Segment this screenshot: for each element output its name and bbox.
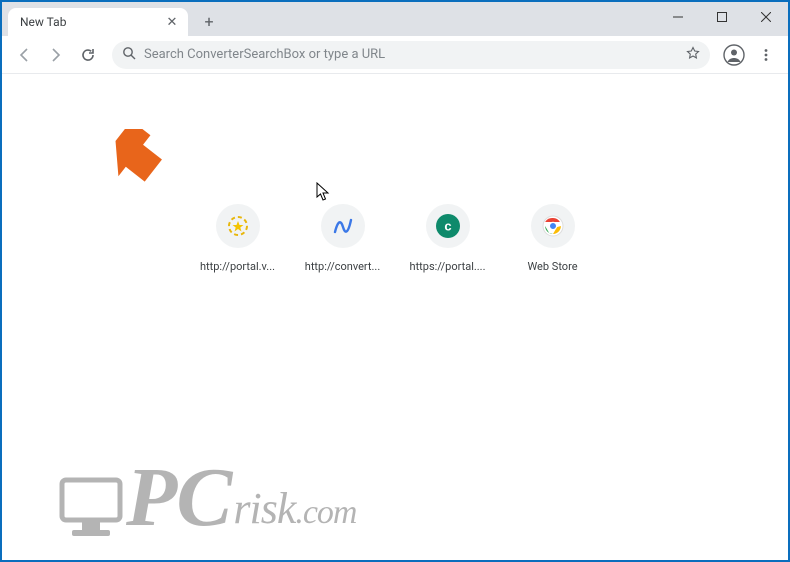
minimize-icon <box>673 12 683 22</box>
close-tab-icon[interactable]: ✕ <box>164 15 180 30</box>
profile-button[interactable] <box>720 41 748 69</box>
shortcut-tile[interactable]: http://portal.v... <box>195 204 280 273</box>
shortcut-label: http://convert... <box>300 260 385 273</box>
menu-button[interactable] <box>752 41 780 69</box>
watermark-text: P <box>126 451 176 544</box>
toolbar: Search ConverterSearchBox or type a URL <box>2 36 788 74</box>
window-controls <box>656 2 788 32</box>
mouse-cursor-icon <box>316 182 332 202</box>
forward-icon <box>48 47 64 63</box>
reload-icon <box>80 47 96 63</box>
back-icon <box>16 47 32 63</box>
shortcut-icon: c <box>426 204 470 248</box>
annotation-arrow-icon <box>108 129 168 189</box>
kebab-menu-icon <box>759 48 773 62</box>
maximize-button[interactable] <box>700 2 744 32</box>
browser-window: New Tab ✕ + <box>2 2 788 560</box>
new-tab-page: http://portal.v... http://convert... c h… <box>2 74 788 560</box>
address-bar[interactable]: Search ConverterSearchBox or type a URL <box>112 41 710 69</box>
search-icon <box>122 45 136 64</box>
close-window-button[interactable] <box>744 2 788 32</box>
profile-icon <box>723 44 745 66</box>
monitor-icon <box>56 474 126 544</box>
watermark-text: .com <box>295 494 356 531</box>
shortcut-label: Web Store <box>510 260 595 273</box>
shortcut-label: https://portal.... <box>405 260 490 273</box>
watermark-text: C <box>176 451 231 544</box>
reload-button[interactable] <box>74 41 102 69</box>
address-bar-placeholder: Search ConverterSearchBox or type a URL <box>144 47 686 62</box>
bookmark-star-icon[interactable] <box>686 45 700 64</box>
shortcut-icon <box>216 204 260 248</box>
shortcut-tile[interactable]: Web Store <box>510 204 595 273</box>
shortcut-icon <box>321 204 365 248</box>
maximize-icon <box>717 12 727 22</box>
tab-strip: New Tab ✕ + <box>2 2 788 36</box>
watermark-text: risk <box>233 484 295 533</box>
back-button[interactable] <box>10 41 38 69</box>
tab-title: New Tab <box>20 15 164 29</box>
watermark: PCrisk.com <box>52 456 357 540</box>
minimize-button[interactable] <box>656 2 700 32</box>
new-tab-button[interactable]: + <box>196 8 222 34</box>
shortcut-icon <box>531 204 575 248</box>
shortcut-tile[interactable]: http://convert... <box>300 204 385 273</box>
shortcut-tile[interactable]: c https://portal.... <box>405 204 490 273</box>
browser-tab[interactable]: New Tab ✕ <box>8 8 188 36</box>
svg-text:c: c <box>444 219 451 234</box>
shortcut-label: http://portal.v... <box>195 260 280 273</box>
close-icon <box>761 12 771 22</box>
shortcuts-row: http://portal.v... http://convert... c h… <box>195 204 595 273</box>
forward-button[interactable] <box>42 41 70 69</box>
